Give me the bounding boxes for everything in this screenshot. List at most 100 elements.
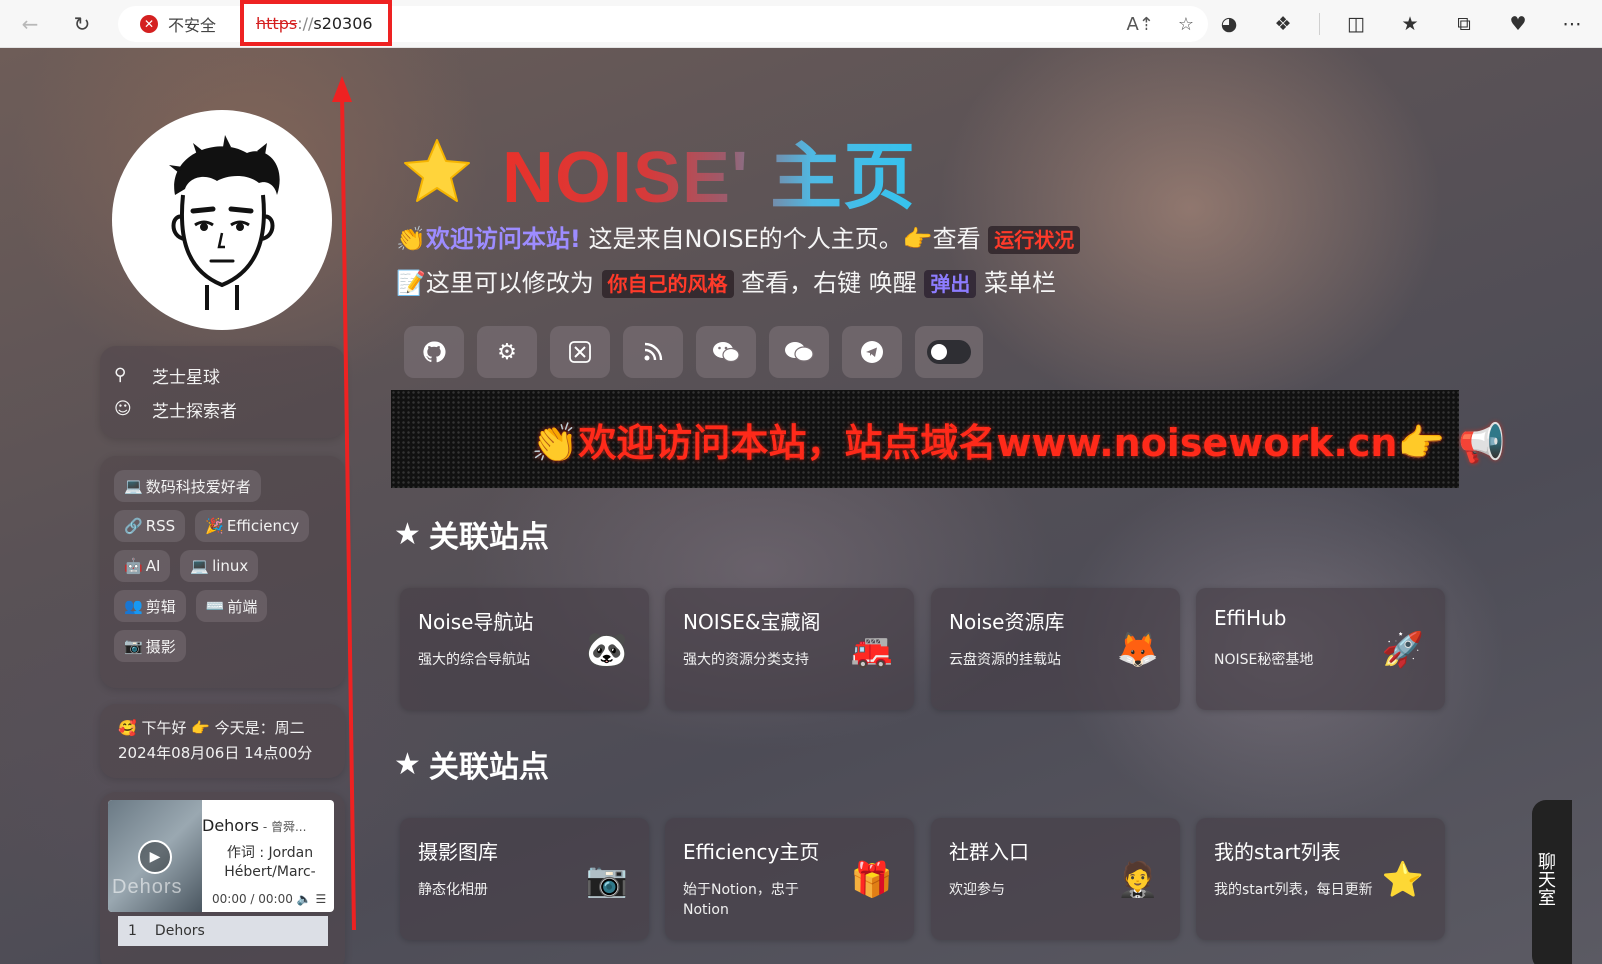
read-aloud-icon[interactable]: A⇡ <box>1126 14 1153 35</box>
wechat-button[interactable] <box>696 326 756 378</box>
site-desc: 始于Notion，忠于Notion <box>683 882 799 918</box>
comments-icon <box>785 342 814 362</box>
site-name: 社群入口 <box>949 840 1029 864</box>
site-name: Noise导航站 <box>418 610 534 634</box>
site-card[interactable]: EffiHub NOISE秘密基地 🚀 <box>1196 588 1445 710</box>
site-name: 我的start列表 <box>1214 840 1341 864</box>
welcome-text: 👏欢迎访问本站! <box>396 225 581 253</box>
intro-line-2-mid: 查看，右键 唤醒 <box>733 269 925 297</box>
section-title-text: 关联站点 <box>428 520 549 555</box>
tag-label: RSS <box>145 517 176 535</box>
site-card[interactable]: 摄影图库 静态化相册 📷 <box>400 818 649 940</box>
tags-card: 💻 数码科技爱好者 🔗 RSS 🎉 Efficiency 🤖 AI 💻 linux 👥 剪辑… <box>100 456 345 688</box>
money-bag-button[interactable]: ⚙ <box>477 326 537 378</box>
profile-icon[interactable]: ◕ <box>1211 6 1247 42</box>
tag-photography[interactable]: 📷 摄影 <box>114 630 186 662</box>
tag-frontend[interactable]: ⌨️ 前端 <box>195 590 268 622</box>
favorites-icon[interactable]: ★ <box>1392 6 1428 42</box>
tag-label: AI <box>145 557 161 575</box>
tag-label: 摄影 <box>145 637 176 656</box>
social-buttons: ⚙ <box>404 326 983 378</box>
site-card[interactable]: 社群入口 欢迎参与 🤵 <box>931 818 1180 940</box>
date-line: 2024年08月06日 14点00分 <box>118 744 313 762</box>
tag-emoji: 🎉 <box>205 517 224 535</box>
greeting-card: 🥰 下午好 👉 今天是：周二 2024年08月06日 14点00分 <box>100 704 345 778</box>
site-name: NOISE&宝藏阁 <box>683 610 821 634</box>
playlist-index: 1 <box>128 923 137 939</box>
chat-room-tab[interactable]: 聊天室 <box>1532 800 1572 964</box>
tag-editing[interactable]: 👥 剪辑 <box>114 590 186 622</box>
camera-icon: 📷 <box>585 860 629 900</box>
role-label: 芝士探索者 <box>152 401 237 422</box>
star-icon: ★ <box>394 746 421 782</box>
led-banner: 👏欢迎访问本站，站点域名www.noisework.cn👉 📢 <box>391 390 1505 488</box>
site-name: Noise资源库 <box>949 610 1065 634</box>
play-button[interactable]: ▶ <box>138 840 172 874</box>
music-player: ▶ Dehors Dehors - 曾舜... 作词 : Jordan Hébe… <box>108 800 334 912</box>
star-icon: ★ <box>394 516 421 552</box>
favorite-star-icon[interactable]: ☆ <box>1178 14 1194 35</box>
banner-text: 👏欢迎访问本站，站点域名www.noisework.cn👉 📢 <box>531 420 1506 465</box>
playlist-title: Dehors <box>154 923 205 939</box>
tag-emoji: 📷 <box>124 637 143 655</box>
popup-highlight: 弹出 <box>924 270 977 298</box>
role-row: ☺ 芝士探索者 <box>114 392 331 426</box>
star-icon <box>404 138 470 202</box>
section-title: ★ 关联站点 <box>394 742 549 786</box>
intro-line-2: 📝这里可以修改为 你自己的风格 查看，右键 唤醒 弹出 菜单栏 <box>396 262 1080 306</box>
intro-line-1-text: 这是来自NOISE的个人主页。👉查看 <box>580 225 989 253</box>
site-card[interactable]: Noise导航站 强大的综合导航站 🐼 <box>400 588 649 710</box>
playlist-item[interactable]: 1 Dehors <box>118 916 328 946</box>
site-name: EffiHub <box>1214 606 1287 630</box>
x-twitter-icon <box>569 341 591 363</box>
song-artist: - 曾舜... <box>259 820 307 834</box>
page-title: NOISE' 主页 <box>502 118 916 223</box>
greeting-line: 🥰 下午好 👉 今天是：周二 <box>118 719 305 737</box>
site-desc: 我的start列表，每日更新 <box>1214 882 1373 898</box>
collections-icon[interactable]: ⧉ <box>1446 6 1482 42</box>
url-host: s20306 <box>313 13 373 33</box>
site-card[interactable]: 我的start列表 我的start列表，每日更新 ⭐ <box>1196 818 1445 940</box>
browser-essentials-icon[interactable]: ♥ <box>1500 6 1536 42</box>
site-desc: 静态化相册 <box>418 882 488 898</box>
telegram-button[interactable] <box>842 326 902 378</box>
tag-digital[interactable]: 💻 数码科技爱好者 <box>114 470 261 502</box>
intro-text: 👏欢迎访问本站! 这是来自NOISE的个人主页。👉查看 运行状况 📝这里可以修改… <box>396 218 1081 306</box>
site-card[interactable]: NOISE&宝藏阁 强大的资源分类支持 🚒 <box>665 588 914 710</box>
tag-efficiency[interactable]: 🎉 Efficiency <box>195 510 310 542</box>
avatar[interactable] <box>112 110 332 330</box>
url-text[interactable]: https://s20306 <box>240 0 392 46</box>
security-indicator[interactable]: ✕ 不安全 <box>140 12 216 36</box>
toggle-knob <box>931 344 947 360</box>
tag-linux[interactable]: 💻 linux <box>180 550 259 582</box>
tag-rss[interactable]: 🔗 RSS <box>114 510 186 542</box>
url-separator: :// <box>297 13 314 33</box>
playlist-menu-icon[interactable]: ☰ <box>315 892 326 906</box>
reload-button[interactable]: ↻ <box>64 6 100 42</box>
volume-icon[interactable]: 🔈 <box>297 892 312 906</box>
rocket-icon: 🚀 <box>1381 630 1425 670</box>
split-screen-icon[interactable]: ◫ <box>1338 6 1374 42</box>
status-link[interactable]: 运行状况 <box>988 226 1081 254</box>
tag-ai[interactable]: 🤖 AI <box>114 550 171 582</box>
intro-line-2-pre: 📝这里可以修改为 <box>396 269 602 297</box>
song-name: Dehors <box>202 816 260 835</box>
github-button[interactable] <box>404 326 464 378</box>
site-desc: 强大的资源分类支持 <box>683 652 809 668</box>
site-card[interactable]: Noise资源库 云盘资源的挂载站 🦊 <box>931 588 1180 710</box>
page-content: ⚲ 芝士星球 ☺ 芝士探索者 💻 数码科技爱好者 🔗 RSS 🎉 Efficiency… <box>0 48 1602 964</box>
chat-button[interactable] <box>769 326 829 378</box>
bilibili-button[interactable] <box>623 326 683 378</box>
address-bar[interactable]: ✕ 不安全 https://s20306 A⇡ ☆ <box>118 0 1208 46</box>
site-desc: 欢迎参与 <box>949 882 1005 898</box>
theme-toggle[interactable] <box>915 326 983 378</box>
tag-emoji: 💻 <box>124 477 143 495</box>
more-menu-icon[interactable]: ⋯ <box>1554 6 1590 42</box>
astronaut-icon: ☺ <box>114 399 132 419</box>
fox-icon: 🦊 <box>1116 630 1160 670</box>
back-button[interactable]: ← <box>12 6 48 42</box>
extensions-icon[interactable]: ❖ <box>1265 6 1301 42</box>
x-twitter-button[interactable] <box>550 326 610 378</box>
site-card[interactable]: Efficiency主页 始于Notion，忠于Notion 🎁 <box>665 818 914 940</box>
github-icon <box>423 341 446 363</box>
